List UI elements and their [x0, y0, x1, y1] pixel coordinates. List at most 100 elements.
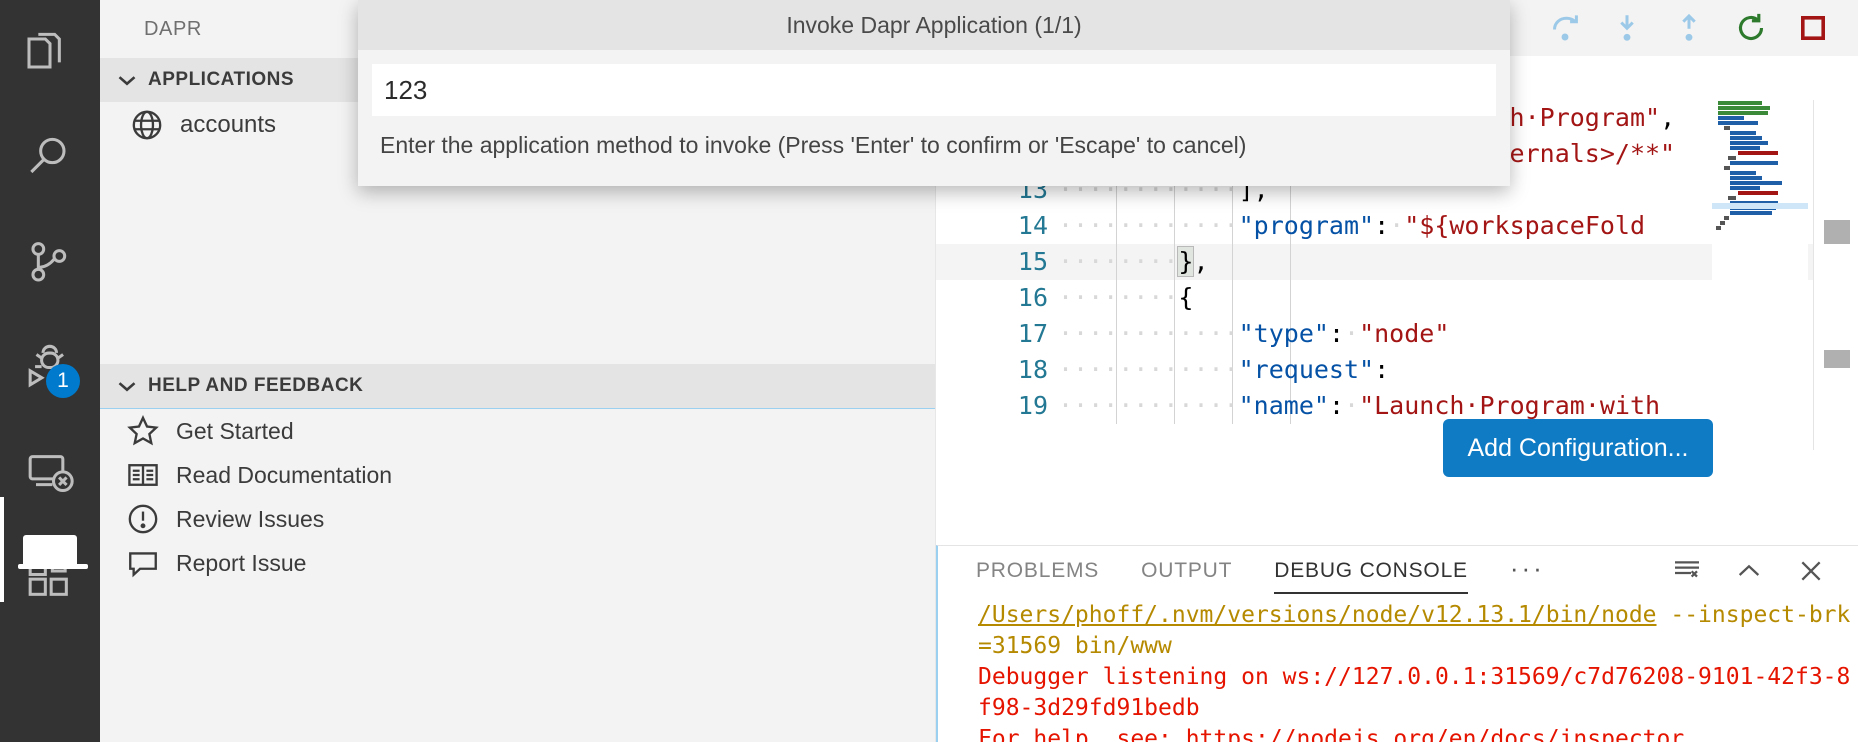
run-debug-badge: 1 [46, 364, 80, 398]
console-line: For help, see: https://nodejs.org/en/doc… [978, 724, 1858, 742]
chevron-up-icon [1733, 555, 1765, 587]
help-item-label: Report Issue [176, 550, 306, 577]
minimap-line [1730, 186, 1760, 190]
maximize-panel-button[interactable] [1718, 546, 1780, 596]
activity-item-dapr[interactable] [0, 497, 100, 602]
search-icon [22, 130, 78, 186]
activity-item-source-control[interactable] [0, 210, 100, 315]
activity-item-run-and-debug[interactable]: 1 [0, 315, 100, 420]
quick-input-title: Invoke Dapr Application (1/1) [358, 0, 1510, 50]
line-number: 17 [936, 316, 1048, 352]
minimap-line [1730, 131, 1756, 135]
code-text: ········}, [1058, 244, 1209, 280]
help-item-label: Get Started [176, 418, 294, 445]
stop-button[interactable] [1782, 0, 1844, 56]
quick-input-field[interactable] [372, 64, 1496, 116]
line-number: 19 [936, 388, 1048, 424]
help-item-report-issue[interactable]: Report Issue [100, 541, 935, 585]
minimap-slider [1824, 220, 1850, 244]
activity-item-explorer[interactable] [0, 0, 100, 105]
quick-input-description: Enter the application method to invoke (… [358, 116, 1510, 159]
minimap-line [1720, 221, 1725, 225]
minimap-line [1728, 196, 1736, 200]
source-control-icon [22, 235, 78, 291]
minimap-current-line [1712, 203, 1808, 209]
panel-tab-bar: PROBLEMS OUTPUT DEBUG CONSOLE ··· [938, 546, 1858, 596]
add-configuration-button[interactable]: Add Configuration... [1443, 419, 1713, 477]
indent-guide [1290, 280, 1291, 316]
close-icon [1795, 555, 1827, 587]
help-item-get-started[interactable]: Get Started [100, 409, 935, 453]
sidebar-section-help-and-feedback[interactable]: HELP AND FEEDBACK [100, 364, 935, 408]
section-label-applications: APPLICATIONS [148, 69, 294, 91]
scrollbar-thumb [1824, 350, 1850, 368]
step-over-icon [1547, 10, 1583, 46]
code-text: ············"request": [1058, 352, 1389, 388]
panel-actions [1656, 546, 1842, 596]
minimap-line [1730, 181, 1782, 185]
code-text: ········{ [1058, 280, 1193, 316]
debug-console-output[interactable]: /Users/phoff/.nvm/versions/node/v12.13.1… [938, 596, 1858, 742]
console-line: /Users/phoff/.nvm/versions/node/v12.13.1… [978, 600, 1858, 662]
stop-icon [1795, 10, 1831, 46]
minimap-line [1738, 151, 1778, 155]
panel-more-tabs-button[interactable]: ··· [1510, 546, 1545, 596]
minimap[interactable] [1712, 100, 1808, 450]
activity-bar: 1 [0, 0, 100, 742]
minimap-line [1730, 141, 1768, 145]
help-item-review-issues[interactable]: Review Issues [100, 497, 935, 541]
indent-guide [1232, 244, 1233, 280]
minimap-line [1724, 166, 1730, 170]
minimap-line [1716, 226, 1721, 230]
clear-console-icon [1671, 555, 1703, 587]
help-item-label: Read Documentation [176, 462, 392, 489]
step-into-icon [1609, 10, 1645, 46]
minimap-line [1730, 136, 1762, 140]
tab-debug-console[interactable]: DEBUG CONSOLE [1274, 546, 1468, 596]
restart-icon [1733, 10, 1769, 46]
indent-guide [1232, 280, 1233, 316]
indent-guide [1290, 244, 1291, 280]
remote-explorer-icon [22, 445, 78, 501]
help-item-read-documentation[interactable]: Read Documentation [100, 453, 935, 497]
step-out-button[interactable] [1658, 0, 1720, 56]
quick-input-widget: Invoke Dapr Application (1/1) Enter the … [358, 0, 1510, 186]
line-number: 16 [936, 280, 1048, 316]
step-out-icon [1671, 10, 1707, 46]
minimap-line [1718, 106, 1770, 110]
minimap-line [1738, 191, 1778, 195]
code-text: ············"program":·"${workspaceFold [1058, 208, 1645, 244]
console-line: Debugger listening on ws://127.0.0.1:315… [978, 662, 1858, 724]
dapr-icon [23, 535, 77, 565]
application-label: accounts [180, 111, 276, 139]
line-number: 18 [936, 352, 1048, 388]
minimap-line [1730, 211, 1772, 215]
console-link[interactable]: /Users/phoff/.nvm/versions/node/v12.13.1… [978, 602, 1657, 628]
section-label-help-and-feedback: HELP AND FEEDBACK [148, 375, 363, 397]
vscode-window: 1 DAPR [0, 0, 1858, 742]
tab-output[interactable]: OUTPUT [1141, 546, 1232, 596]
tab-problems[interactable]: PROBLEMS [976, 546, 1099, 596]
files-icon [22, 25, 78, 81]
quick-input-field-wrap [358, 50, 1510, 116]
chevron-down-icon [112, 65, 142, 95]
minimap-line [1718, 101, 1762, 105]
minimap-line [1724, 126, 1730, 130]
clear-console-button[interactable] [1656, 546, 1718, 596]
editor-scrollbar[interactable] [1814, 100, 1858, 450]
help-item-label: Review Issues [176, 506, 324, 533]
minimap-line [1730, 171, 1756, 175]
step-over-button[interactable] [1534, 0, 1596, 56]
globe-icon [130, 108, 164, 142]
close-panel-button[interactable] [1780, 546, 1842, 596]
chevron-down-icon [112, 371, 142, 401]
minimap-line [1730, 161, 1778, 165]
activity-item-search[interactable] [0, 105, 100, 210]
minimap-line [1718, 121, 1758, 125]
line-number: 14 [936, 208, 1048, 244]
line-number: 15 [936, 244, 1048, 280]
comment-icon [126, 546, 160, 580]
help-and-feedback-list: Get Started Read Documentation Review Is… [100, 408, 935, 585]
step-into-button[interactable] [1596, 0, 1658, 56]
restart-button[interactable] [1720, 0, 1782, 56]
